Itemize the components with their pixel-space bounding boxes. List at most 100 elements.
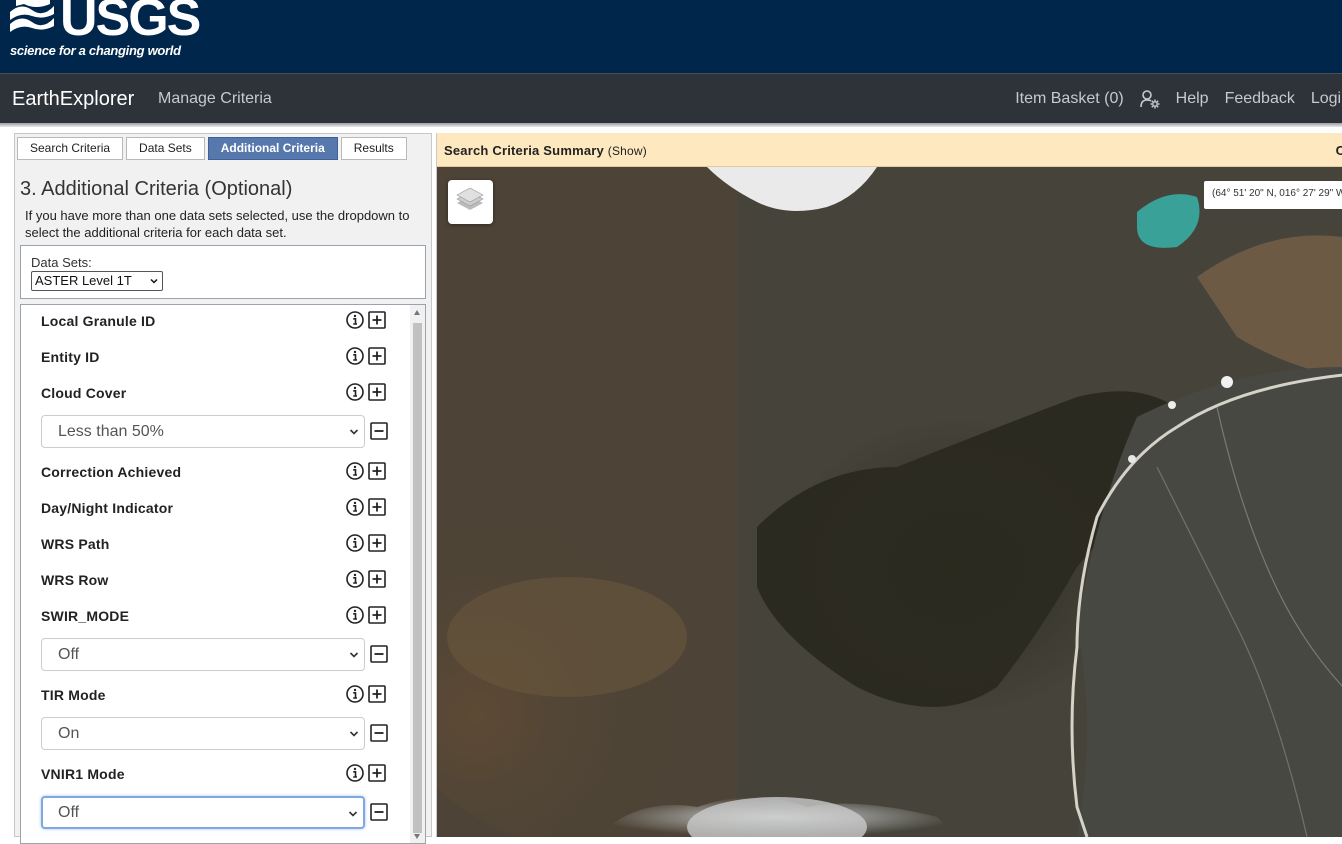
swir-mode-select[interactable]: Off <box>41 638 365 671</box>
criteria-list: Local Granule ID Entity ID Cloud Cover Less… <box>20 304 426 844</box>
remove-tir-mode-button[interactable] <box>370 724 388 742</box>
add-criteria-icon[interactable] <box>368 606 386 624</box>
section-description: If you have more than one data sets sele… <box>25 208 410 240</box>
nav-shadow <box>0 123 1342 127</box>
feedback-link[interactable]: Feedback <box>1225 90 1295 108</box>
criteria-actions <box>346 462 386 480</box>
remove-criteria-icon[interactable] <box>370 724 388 742</box>
remove-swir-mode-button[interactable] <box>370 645 388 663</box>
criteria-label: Day/Night Indicator <box>41 500 174 516</box>
info-icon[interactable] <box>346 764 364 782</box>
add-criteria-icon[interactable] <box>368 764 386 782</box>
remove-cloud-cover-button[interactable] <box>370 422 388 440</box>
summary-right-text: C <box>1336 143 1342 158</box>
usgs-logo[interactable]: USGS science for a changing world <box>10 0 201 64</box>
criteria-actions <box>346 347 386 365</box>
add-criteria-icon[interactable] <box>368 311 386 329</box>
datasets-select-value: ASTER Level 1T <box>35 273 132 288</box>
criteria-label: TIR Mode <box>41 687 106 703</box>
usgs-wave-icon <box>10 0 54 32</box>
app-title[interactable]: EarthExplorer <box>12 88 134 111</box>
criteria-actions <box>346 383 386 401</box>
criteria-actions <box>346 606 386 624</box>
remove-criteria-icon[interactable] <box>370 422 388 440</box>
criteria-label: WRS Path <box>41 536 110 552</box>
vnir1-mode-select[interactable]: Off <box>41 796 365 829</box>
criteria-label: Local Granule ID <box>41 313 156 329</box>
info-icon[interactable] <box>346 570 364 588</box>
panel-tabs: Search Criteria Data Sets Additional Cri… <box>17 137 407 160</box>
tab-data-sets[interactable]: Data Sets <box>126 137 205 160</box>
datasets-box: Data Sets: ASTER Level 1T <box>20 245 426 299</box>
add-criteria-icon[interactable] <box>368 534 386 552</box>
manage-criteria-link[interactable]: Manage Criteria <box>158 90 272 108</box>
chevron-down-icon <box>349 731 359 737</box>
tir-mode-select-value: On <box>58 725 80 742</box>
criteria-actions <box>346 685 386 703</box>
info-icon[interactable] <box>346 462 364 480</box>
tab-results[interactable]: Results <box>340 137 407 160</box>
criteria-actions <box>346 311 386 329</box>
criteria-actions <box>346 570 386 588</box>
info-icon[interactable] <box>346 498 364 516</box>
criteria-label: WRS Row <box>41 572 109 588</box>
satellite-map[interactable] <box>437 167 1342 837</box>
criteria-label: SWIR_MODE <box>41 608 130 624</box>
help-link[interactable]: Help <box>1176 90 1209 108</box>
criteria-actions <box>346 498 386 516</box>
datasets-label: Data Sets: <box>31 255 92 270</box>
info-icon[interactable] <box>346 347 364 365</box>
usgs-tagline: science for a changing world <box>10 43 181 58</box>
add-criteria-icon[interactable] <box>368 347 386 365</box>
login-link[interactable]: Login <box>1311 90 1342 108</box>
remove-criteria-icon[interactable] <box>370 645 388 663</box>
remove-vnir1-mode-button[interactable] <box>370 803 388 821</box>
tab-search-criteria[interactable]: Search Criteria <box>17 137 124 160</box>
criteria-scrollbar[interactable] <box>410 305 425 843</box>
tir-mode-select[interactable]: On <box>41 717 365 750</box>
info-icon[interactable] <box>346 383 364 401</box>
summary-show-link[interactable]: (Show) <box>608 144 647 158</box>
datasets-select[interactable]: ASTER Level 1T <box>31 271 163 291</box>
criteria-label: Entity ID <box>41 349 100 365</box>
add-criteria-icon[interactable] <box>368 383 386 401</box>
criteria-actions <box>346 534 386 552</box>
criteria-panel: Search Criteria Data Sets Additional Cri… <box>14 133 432 844</box>
layers-icon <box>456 187 484 210</box>
scroll-thumb[interactable] <box>413 323 422 833</box>
user-settings-icon[interactable] <box>1139 89 1160 109</box>
search-summary-bar[interactable]: Search Criteria Summary (Show) C <box>437 133 1342 167</box>
criteria-label: Cloud Cover <box>41 385 127 401</box>
section-title: 3. Additional Criteria (Optional) <box>20 178 293 200</box>
summary-title: Search Criteria Summary (Show) <box>444 143 647 158</box>
add-criteria-icon[interactable] <box>368 570 386 588</box>
criteria-label: VNIR1 Mode <box>41 766 125 782</box>
info-icon[interactable] <box>346 685 364 703</box>
coordinate-readout: (64° 51' 20" N, 016° 27' 29" W) <box>1204 181 1342 209</box>
tab-additional-criteria[interactable]: Additional Criteria <box>207 137 338 160</box>
chevron-down-icon <box>348 811 358 817</box>
info-icon[interactable] <box>346 311 364 329</box>
cloud-cover-select[interactable]: Less than 50% <box>41 415 365 448</box>
criteria-actions <box>346 764 386 782</box>
swir-mode-select-value: Off <box>58 646 80 663</box>
vnir1-mode-select-value: Off <box>58 804 80 821</box>
chevron-down-icon <box>349 652 359 658</box>
chevron-down-icon <box>150 278 158 284</box>
info-icon[interactable] <box>346 534 364 552</box>
add-criteria-icon[interactable] <box>368 462 386 480</box>
add-criteria-icon[interactable] <box>368 498 386 516</box>
add-criteria-icon[interactable] <box>368 685 386 703</box>
item-basket-link[interactable]: Item Basket (0) <box>1015 90 1123 108</box>
map-area: Search Criteria Summary (Show) C <box>436 133 1342 837</box>
app-nav-bar: EarthExplorer Manage Criteria Item Baske… <box>0 73 1342 123</box>
usgs-wordmark: USGS <box>60 0 201 47</box>
nav-right-group: Item Basket (0) Help Feedback Login <box>1015 89 1342 109</box>
usgs-banner: USGS science for a changing world <box>0 0 1342 73</box>
layers-button[interactable] <box>448 180 493 224</box>
scroll-up-arrow[interactable] <box>414 310 420 315</box>
remove-criteria-icon[interactable] <box>370 803 388 821</box>
info-icon[interactable] <box>346 606 364 624</box>
criteria-label: Correction Achieved <box>41 464 182 480</box>
chevron-down-icon <box>349 429 359 435</box>
